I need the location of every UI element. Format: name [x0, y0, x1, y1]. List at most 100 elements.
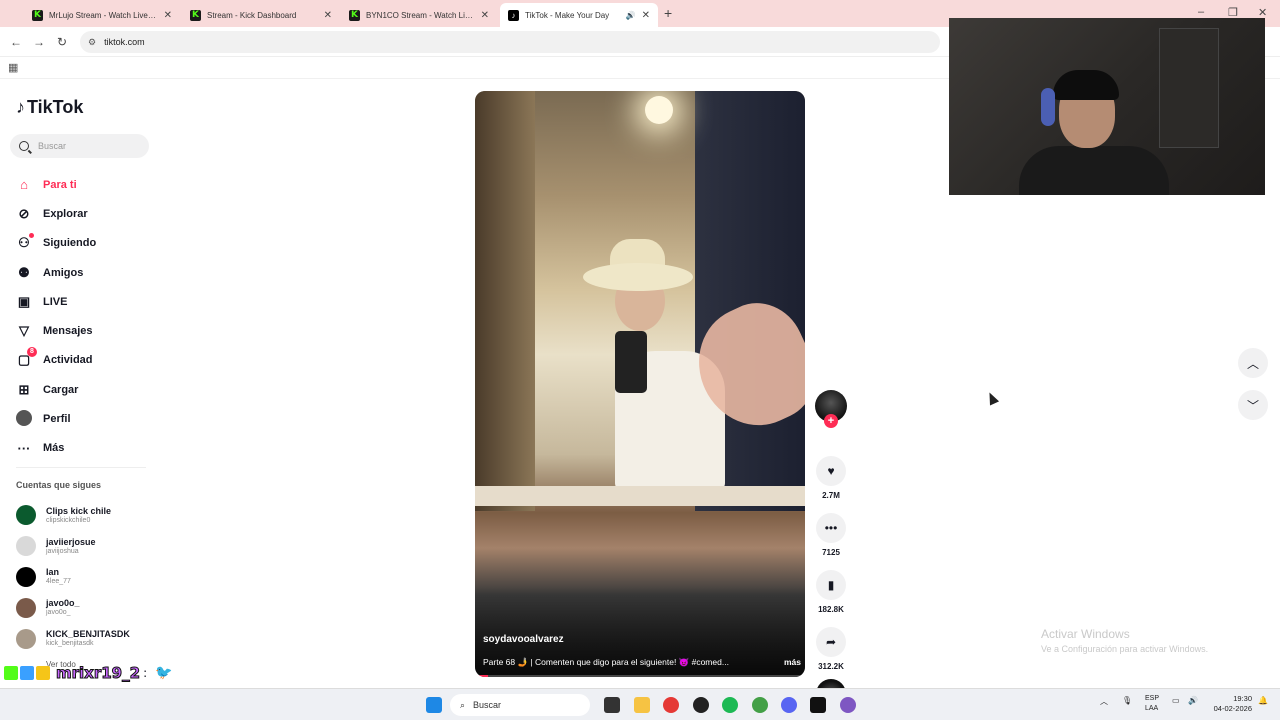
tiktok-note-icon: ♪: [16, 97, 25, 117]
sidebar-item-amigos[interactable]: ⚉ Amigos: [16, 258, 96, 287]
sidebar-item-perfil[interactable]: Perfil: [16, 404, 96, 433]
logo-text: TikTok: [27, 97, 84, 117]
author-avatar[interactable]: +: [815, 390, 847, 428]
share-icon[interactable]: ➦: [816, 627, 846, 657]
chevron-up-icon: ︿: [1246, 356, 1259, 371]
obs-icon[interactable]: [693, 697, 709, 713]
sidebar-item-siguiendo[interactable]: ⚇ Siguiendo: [16, 229, 96, 258]
minimize-icon[interactable]: –: [1198, 6, 1204, 18]
new-tab-button[interactable]: +: [664, 5, 672, 21]
apps-grid-icon[interactable]: ▦: [8, 61, 18, 74]
account-handle: javiijoshua: [46, 547, 79, 555]
kick-icon: [349, 9, 360, 21]
epic-games-icon[interactable]: [810, 697, 826, 713]
kick-badge-icon: [4, 666, 18, 680]
close-icon[interactable]: ✕: [324, 10, 332, 21]
sidebar-item-mas[interactable]: ··· Más: [16, 434, 96, 463]
chrome-icon[interactable]: [663, 697, 679, 713]
following-account[interactable]: Ian 4lee_77: [16, 562, 130, 593]
speaker-icon[interactable]: 🔊: [626, 11, 636, 20]
clock-time: 19:30: [1233, 694, 1252, 703]
screen: MrLujo Stream - Watch Live on ✕ Stream -…: [0, 0, 1280, 720]
following-account[interactable]: javiierjosue javiijoshua: [16, 531, 130, 562]
sidebar-item-live[interactable]: ▣ LIVE: [16, 287, 96, 316]
task-view-icon[interactable]: [604, 697, 620, 713]
windows-activation-watermark: Activar Windows Ve a Configuración para …: [1041, 627, 1208, 654]
sidebar-item-para-ti[interactable]: ⌂ Para ti: [16, 170, 96, 199]
close-icon[interactable]: ✕: [481, 10, 489, 21]
following-account[interactable]: Clips kick chile clipskickchile0: [16, 500, 130, 531]
bookmark-icon[interactable]: ▮: [816, 570, 846, 600]
upload-icon: ⊞: [18, 381, 30, 397]
volume-icon[interactable]: 🔊: [1188, 696, 1198, 705]
file-explorer-icon[interactable]: [634, 697, 650, 713]
save-action[interactable]: ▮ 182.8K: [815, 570, 847, 614]
comment-icon[interactable]: •••: [816, 513, 846, 543]
sidebar-item-explorar[interactable]: ⊘ Explorar: [16, 199, 96, 228]
browser-tab[interactable]: BYN1CO Stream - Watch Live o ✕: [341, 3, 497, 27]
tray-chevron-up-icon[interactable]: ︿: [1100, 696, 1108, 707]
notification-bell-icon[interactable]: 🔔: [1258, 696, 1268, 705]
url-field[interactable]: ⚙ tiktok.com: [80, 31, 940, 53]
sidebar-item-actividad[interactable]: ▢ 8 Actividad: [16, 346, 96, 375]
sidebar-item-cargar[interactable]: ⊞ Cargar: [16, 375, 96, 404]
forward-icon[interactable]: →: [33, 35, 45, 49]
url-text: tiktok.com: [104, 37, 145, 47]
system-clock[interactable]: 19:30 04-02-2026: [1208, 694, 1252, 714]
site-info-icon[interactable]: ⚙: [88, 37, 96, 48]
previous-video-button[interactable]: ︿: [1238, 348, 1268, 378]
network-icon[interactable]: ▭: [1172, 696, 1180, 705]
video-progress-fill: [475, 675, 489, 677]
search-input[interactable]: Buscar: [10, 134, 149, 158]
comment-action[interactable]: ••• 7125: [815, 513, 847, 557]
discord-icon[interactable]: [781, 697, 797, 713]
chrome-alt-icon[interactable]: [840, 697, 856, 713]
like-action[interactable]: ♥ 2.7M: [815, 456, 847, 500]
kick-icon: [190, 9, 201, 21]
following-account[interactable]: javo0o_ javo0o_: [16, 592, 130, 623]
language-indicator[interactable]: ESP LAA: [1145, 694, 1159, 714]
browser-tab[interactable]: Stream - Kick Dashboard ✕: [182, 3, 340, 27]
avatar: [16, 536, 36, 557]
tiktok-logo[interactable]: ♪ TikTok: [16, 97, 83, 118]
sidebar-item-label: LIVE: [43, 295, 68, 308]
watermark-subtitle: Ve a Configuración para activar Windows.: [1041, 644, 1209, 654]
video-player[interactable]: soydavooalvarez Parte 68 🤳 | Comenten qu…: [475, 91, 805, 677]
video-progress-bar[interactable]: [475, 675, 805, 677]
spotify-icon[interactable]: [722, 697, 738, 713]
more-button[interactable]: más: [784, 657, 801, 668]
account-name: Clips kick chile: [46, 505, 112, 516]
follow-plus-icon[interactable]: +: [824, 414, 838, 428]
video-author[interactable]: soydavooalvarez: [483, 634, 564, 645]
save-count: 182.8K: [818, 605, 844, 614]
reload-icon[interactable]: ↻: [57, 35, 67, 49]
sidebar-item-label: Perfil: [43, 413, 71, 426]
browser-tab[interactable]: MrLujo Stream - Watch Live on ✕: [24, 3, 180, 27]
emote-icon: 🐦: [155, 665, 173, 681]
sidebar-item-label: Cargar: [43, 383, 79, 396]
avatar-icon: [16, 409, 32, 429]
next-video-button[interactable]: ﹀: [1238, 390, 1268, 420]
comment-count: 7125: [822, 548, 840, 557]
following-list: Clips kick chile clipskickchile0 javiier…: [16, 500, 130, 669]
close-icon[interactable]: ✕: [642, 10, 650, 21]
webcam-overlay: [949, 18, 1265, 195]
live-icon: ▣: [17, 293, 31, 309]
kick-icon: [32, 9, 43, 21]
windows-start-icon[interactable]: [426, 697, 442, 713]
sidebar-item-label: Más: [43, 442, 65, 455]
share-action[interactable]: ➦ 312.2K: [815, 627, 847, 671]
microphone-icon[interactable]: 🎙: [1122, 696, 1132, 705]
chrome-profile-icon[interactable]: [752, 697, 768, 713]
browser-tab-active[interactable]: ♪ TikTok - Make Your Day 🔊 ✕: [500, 3, 658, 27]
sidebar-item-mensajes[interactable]: ▽ Mensajes: [16, 316, 96, 345]
avatar: [16, 628, 36, 649]
heart-icon[interactable]: ♥: [816, 456, 846, 486]
taskbar-search[interactable]: ⌕ Buscar: [450, 694, 590, 716]
following-account[interactable]: KICK_BENJITASDK kick_benjitasdk: [16, 623, 130, 654]
chat-separator: :: [143, 666, 148, 680]
close-icon[interactable]: ✕: [164, 10, 172, 21]
video-actions: + ♥ 2.7M ••• 7125 ▮ 182.8K ➦ 312.2K: [815, 390, 847, 709]
back-icon[interactable]: ←: [10, 35, 22, 49]
more-icon: ···: [17, 440, 31, 456]
